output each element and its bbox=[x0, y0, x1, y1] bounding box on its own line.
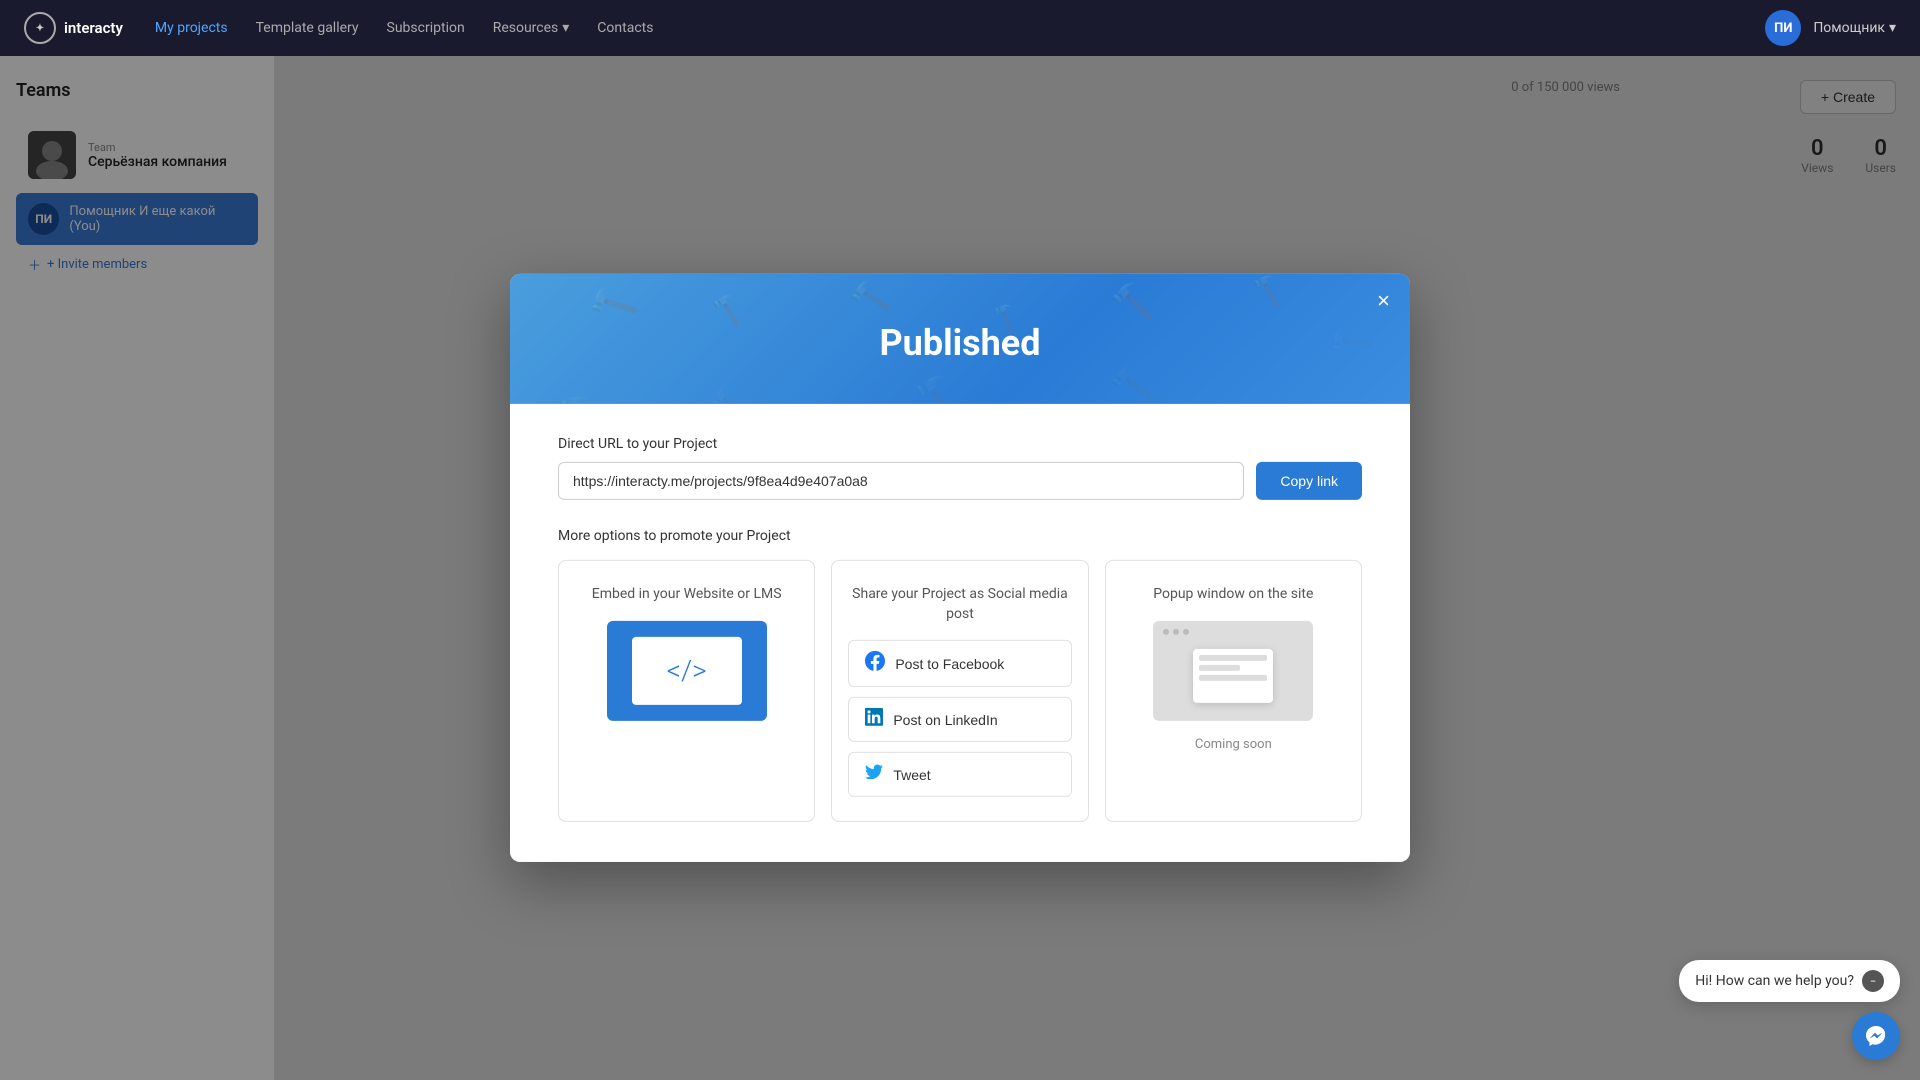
dropdown-chevron: ▾ bbox=[562, 20, 569, 36]
social-buttons: Post to Facebook Post on LinkedIn bbox=[848, 640, 1071, 797]
chat-close-button[interactable]: − bbox=[1862, 970, 1884, 992]
nav-link-subscription[interactable]: Subscription bbox=[387, 20, 465, 36]
popup-window bbox=[1193, 649, 1273, 703]
popup-card: Popup window on the site C bbox=[1105, 560, 1362, 822]
social-card: Share your Project as Social media post … bbox=[831, 560, 1088, 822]
nav-link-contacts[interactable]: Contacts bbox=[597, 20, 653, 36]
logo[interactable]: ✦ interacty bbox=[24, 12, 123, 44]
linkedin-label: Post on LinkedIn bbox=[893, 712, 997, 728]
embed-preview: </> bbox=[607, 621, 767, 721]
dot-2 bbox=[1173, 629, 1179, 635]
post-on-linkedin-button[interactable]: Post on LinkedIn bbox=[848, 697, 1071, 742]
navbar-right: ПИ Помощник ▾ bbox=[1765, 10, 1896, 46]
chat-btn-row bbox=[1679, 1012, 1900, 1060]
user-avatar: ПИ bbox=[1765, 10, 1801, 46]
chat-open-button[interactable] bbox=[1852, 1012, 1900, 1060]
modal-title: Published bbox=[534, 322, 1386, 364]
embed-title: Embed in your Website or LMS bbox=[592, 585, 782, 605]
tweet-label: Tweet bbox=[893, 767, 930, 783]
tweet-button[interactable]: Tweet bbox=[848, 752, 1071, 797]
dot-1 bbox=[1163, 629, 1169, 635]
dot-3 bbox=[1183, 629, 1189, 635]
chat-widget: Hi! How can we help you? − bbox=[1679, 960, 1900, 1060]
logo-text: interacty bbox=[64, 19, 123, 37]
user-chevron: ▾ bbox=[1889, 20, 1896, 36]
nav-links: My projects Template gallery Subscriptio… bbox=[155, 20, 654, 36]
chat-message: Hi! How can we help you? bbox=[1695, 973, 1854, 989]
facebook-label: Post to Facebook bbox=[895, 656, 1004, 672]
options-grid: Embed in your Website or LMS </> Share y… bbox=[558, 560, 1362, 822]
facebook-icon bbox=[865, 651, 885, 676]
messenger-icon bbox=[1864, 1024, 1888, 1048]
post-to-facebook-button[interactable]: Post to Facebook bbox=[848, 640, 1071, 687]
coming-soon-label: Coming soon bbox=[1195, 737, 1272, 752]
social-title: Share your Project as Social media post bbox=[848, 585, 1071, 624]
published-modal: 🔨 🔨 🔨 🔨 🔨 🔨 🔨 🔨 🔨 🔨 🔨 🔨 Published × Dire… bbox=[510, 274, 1410, 862]
linkedin-icon bbox=[865, 708, 883, 731]
modal-close-button[interactable]: × bbox=[1377, 290, 1390, 312]
popup-line-1 bbox=[1199, 655, 1267, 661]
url-label: Direct URL to your Project bbox=[558, 436, 1362, 452]
nav-link-my-projects[interactable]: My projects bbox=[155, 20, 228, 36]
popup-preview bbox=[1153, 621, 1313, 721]
popup-line-3 bbox=[1199, 675, 1267, 681]
user-name: Помощник bbox=[1813, 20, 1885, 36]
user-menu[interactable]: Помощник ▾ bbox=[1813, 20, 1896, 36]
modal-header: 🔨 🔨 🔨 🔨 🔨 🔨 🔨 🔨 🔨 🔨 🔨 🔨 Published × bbox=[510, 274, 1410, 404]
popup-dots bbox=[1163, 629, 1189, 635]
nav-link-resources[interactable]: Resources ▾ bbox=[493, 20, 570, 36]
popup-title: Popup window on the site bbox=[1153, 585, 1313, 605]
popup-line-2 bbox=[1199, 665, 1240, 671]
navbar: ✦ interacty My projects Template gallery… bbox=[0, 0, 1920, 56]
copy-link-button[interactable]: Copy link bbox=[1256, 462, 1362, 500]
modal-body: Direct URL to your Project Copy link Mor… bbox=[510, 404, 1410, 862]
url-input[interactable] bbox=[558, 462, 1244, 500]
twitter-icon bbox=[865, 763, 883, 786]
embed-card: Embed in your Website or LMS </> bbox=[558, 560, 815, 822]
promote-label: More options to promote your Project bbox=[558, 528, 1362, 544]
logo-icon: ✦ bbox=[24, 12, 56, 44]
embed-icon: </> bbox=[632, 637, 742, 705]
chat-bubble: Hi! How can we help you? − bbox=[1679, 960, 1900, 1002]
nav-link-template-gallery[interactable]: Template gallery bbox=[256, 20, 359, 36]
url-row: Copy link bbox=[558, 462, 1362, 500]
main-area: Teams Team Серьёзная компания ПИ Помощни… bbox=[0, 56, 1920, 1080]
